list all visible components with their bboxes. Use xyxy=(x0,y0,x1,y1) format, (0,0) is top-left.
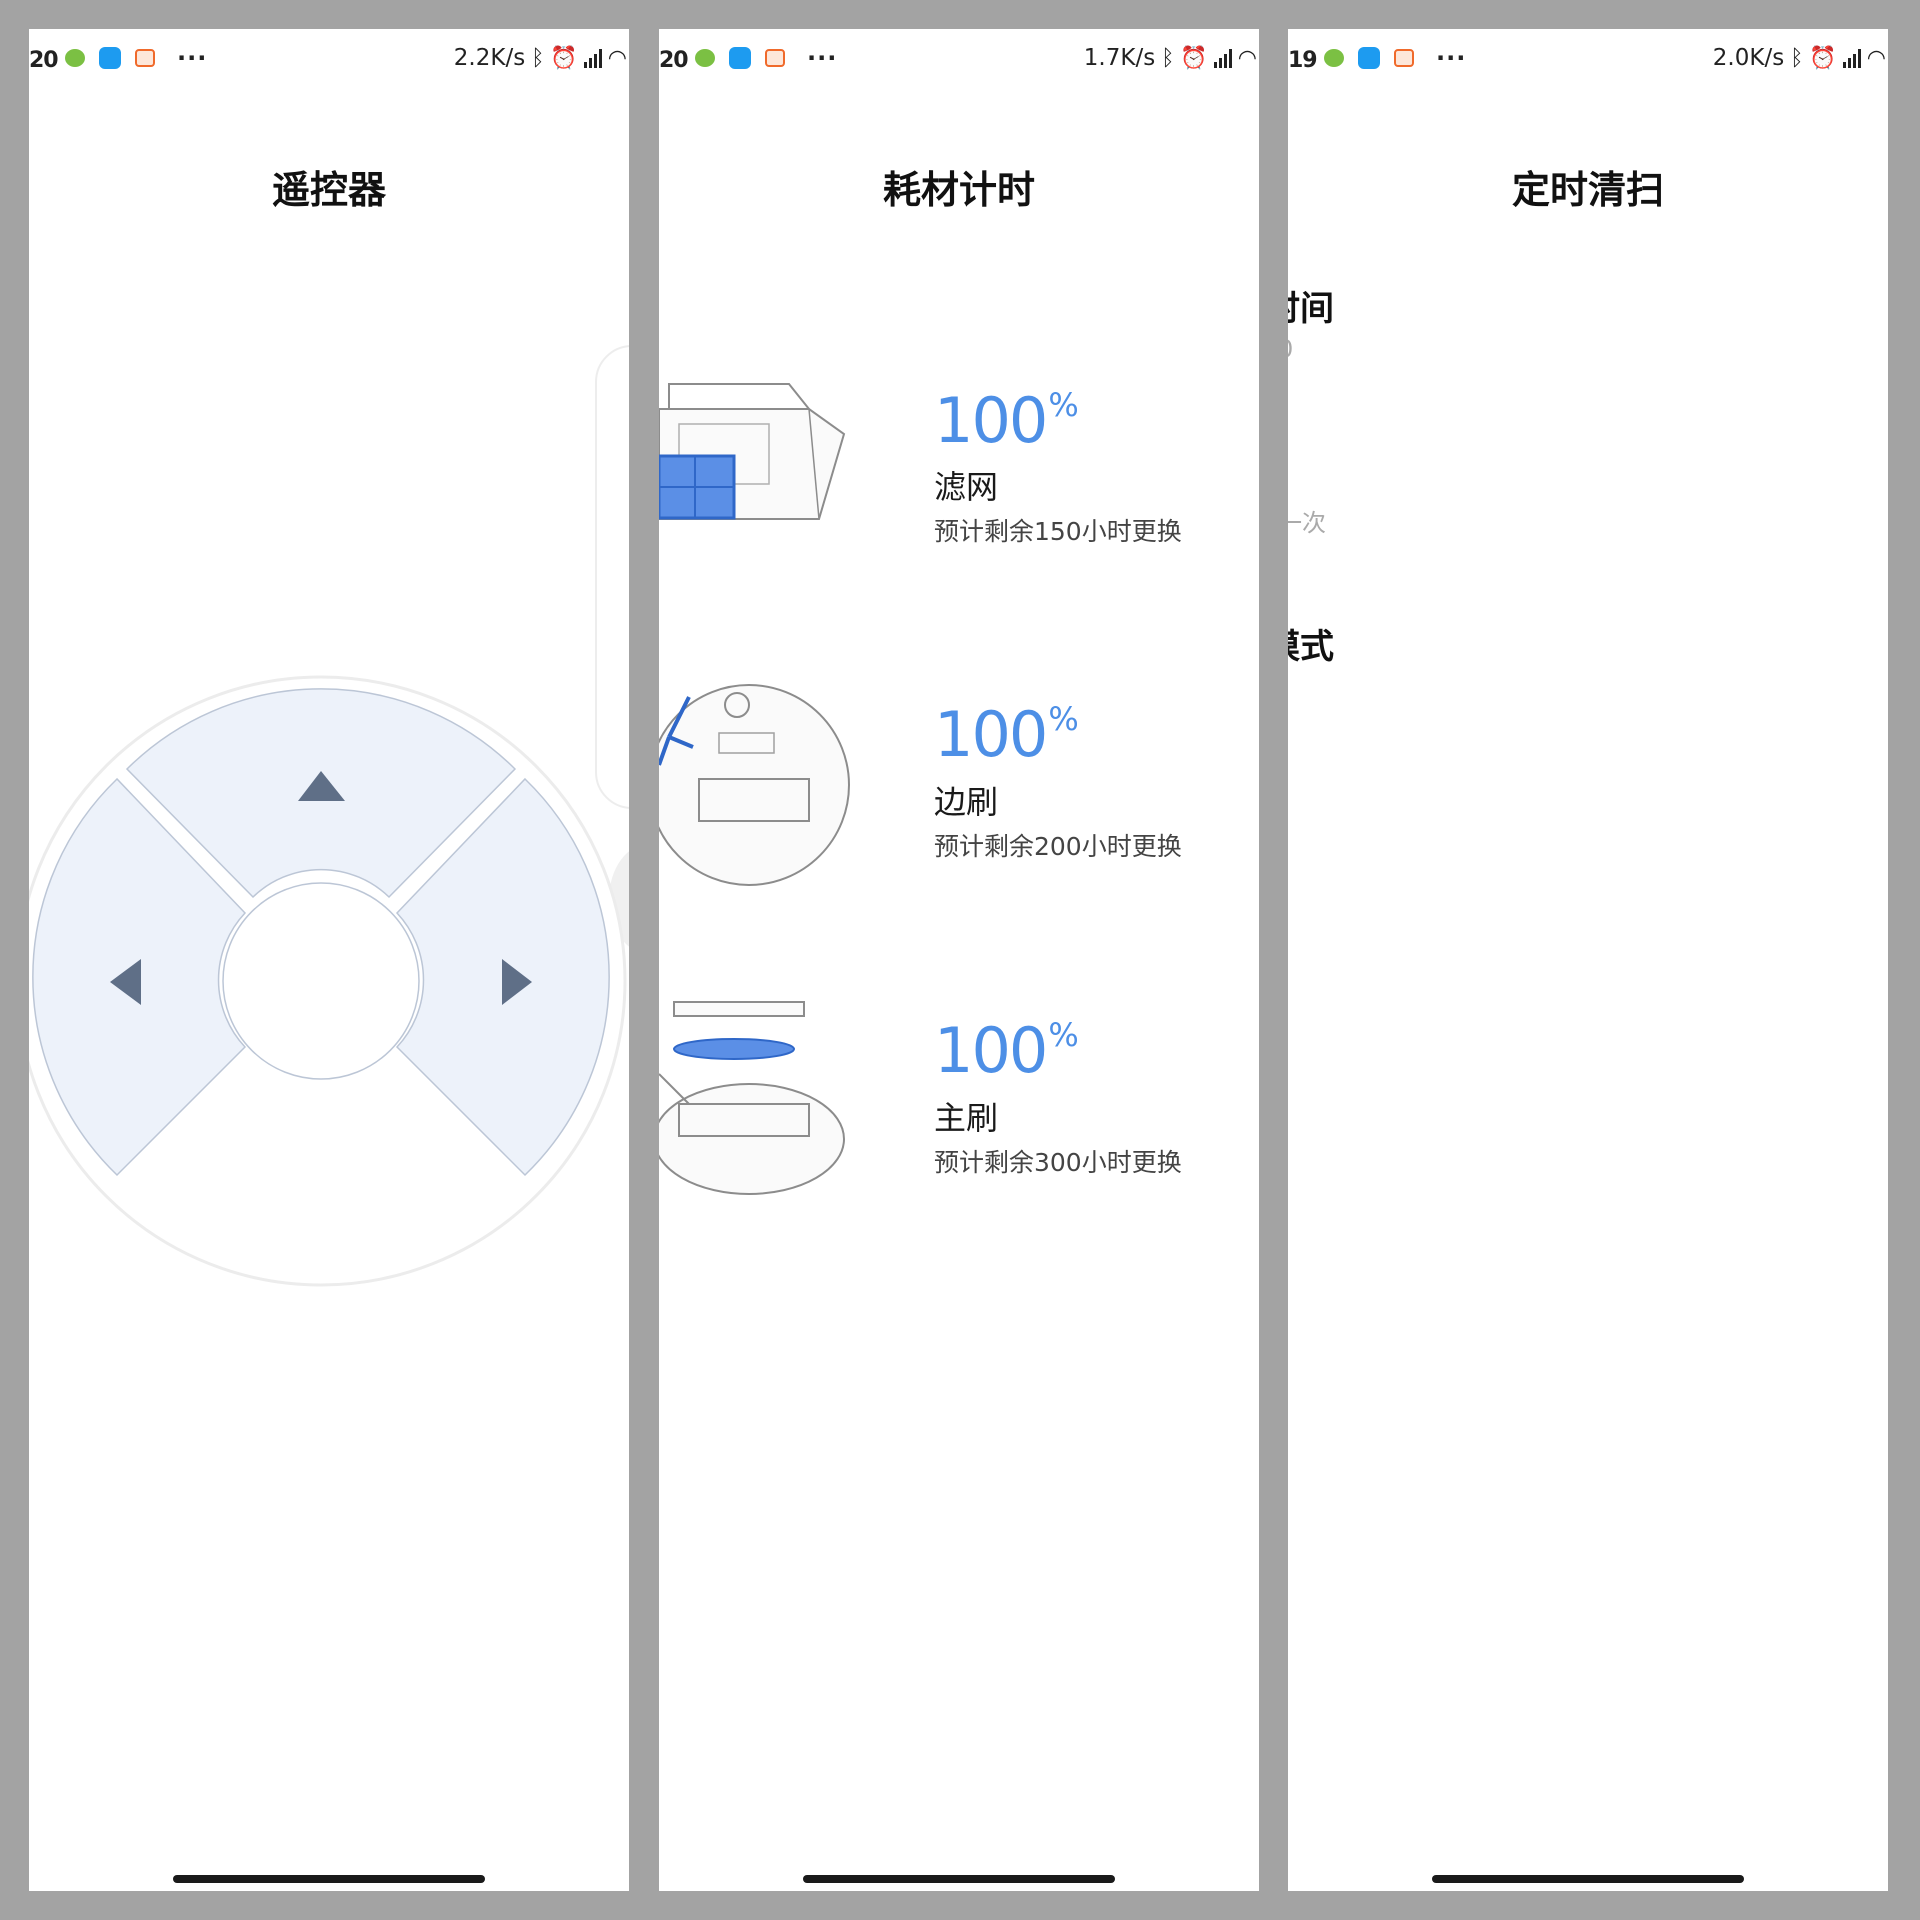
row-label: 模式 xyxy=(1288,627,1334,667)
signal-icon xyxy=(1842,48,1861,68)
row-value: 0 xyxy=(1288,335,1293,363)
network-speed: 2.2K/s xyxy=(453,45,526,71)
cloud-icon xyxy=(729,47,751,69)
main-brush-image xyxy=(659,1001,845,1195)
alarm-icon: ⏰ xyxy=(1809,45,1837,71)
signal-icon xyxy=(1213,48,1232,68)
center-button[interactable] xyxy=(222,882,420,1080)
consumables-screen: 20 ··· 1.7K/s ᛒ ⏰ ◠ 耗材计时 100% 滤网 预计剩余150… xyxy=(659,29,1259,1891)
bluetooth-icon: ᛒ xyxy=(1161,45,1175,71)
wifi-icon: ◠ xyxy=(607,45,627,71)
remaining-percent: 100 xyxy=(934,384,1048,457)
consumable-item-filter[interactable]: 100% 滤网 预计剩余150小时更换 xyxy=(659,364,1259,604)
scheduled-clean-screen: 19 ··· 2.0K/s ᛒ ⏰ ◠ 定时清扫 时间 0 一次 模式 xyxy=(1288,29,1888,1891)
home-indicator[interactable] xyxy=(1432,1875,1744,1883)
network-speed: 1.7K/s xyxy=(1083,45,1156,71)
consumable-desc: 预计剩余150小时更换 xyxy=(934,517,1182,546)
more-notifications-icon: ··· xyxy=(807,44,838,72)
remaining-percent: 100 xyxy=(934,698,1048,771)
consumable-desc: 预计剩余200小时更换 xyxy=(934,832,1182,861)
bluetooth-icon: ᛒ xyxy=(531,45,545,71)
consumable-item-main-brush[interactable]: 100% 主刷 预计剩余300小时更换 xyxy=(659,994,1259,1234)
filter-image xyxy=(659,383,846,520)
bluetooth-icon: ᛒ xyxy=(1790,45,1804,71)
app-notification-icon xyxy=(765,49,785,67)
home-indicator[interactable] xyxy=(173,1875,485,1883)
wechat-icon xyxy=(1324,49,1344,67)
signal-icon xyxy=(583,48,602,68)
home-indicator[interactable] xyxy=(803,1875,1115,1883)
consumable-name: 滤网 xyxy=(934,468,999,506)
remote-control-screen: 20 ··· 2.2K/s ᛒ ⏰ ◠ 遥控器 xyxy=(29,29,629,1891)
percent-sign: % xyxy=(1048,386,1078,424)
status-time: 20 xyxy=(29,48,59,73)
wifi-icon: ◠ xyxy=(1866,45,1886,71)
percent-sign: % xyxy=(1048,700,1078,738)
app-notification-icon xyxy=(135,49,155,67)
alarm-icon: ⏰ xyxy=(550,45,578,71)
page-title: 遥控器 xyxy=(271,168,386,212)
percent-sign: % xyxy=(1048,1016,1078,1054)
cloud-icon xyxy=(99,47,121,69)
page-title: 耗材计时 xyxy=(882,168,1035,212)
wechat-icon xyxy=(65,49,85,67)
more-notifications-icon: ··· xyxy=(1436,44,1467,72)
status-bar: 20 ··· 2.2K/s ᛒ ⏰ ◠ xyxy=(29,29,629,91)
wifi-icon: ◠ xyxy=(1237,45,1257,71)
page-title: 定时清扫 xyxy=(1511,168,1664,212)
consumable-name: 边刷 xyxy=(934,783,999,821)
network-speed: 2.0K/s xyxy=(1712,45,1785,71)
status-time: 20 xyxy=(659,48,689,73)
status-bar: 19 ··· 2.0K/s ᛒ ⏰ ◠ xyxy=(1288,29,1888,91)
app-notification-icon xyxy=(1394,49,1414,67)
consumable-desc: 预计剩余300小时更换 xyxy=(934,1148,1182,1177)
side-brush-image xyxy=(659,684,850,886)
wechat-icon xyxy=(695,49,715,67)
consumable-name: 主刷 xyxy=(934,1099,999,1137)
remaining-percent: 100 xyxy=(934,1014,1048,1087)
alarm-icon: ⏰ xyxy=(1180,45,1208,71)
row-label: 时间 xyxy=(1288,289,1334,329)
status-bar: 20 ··· 1.7K/s ᛒ ⏰ ◠ xyxy=(659,29,1259,91)
more-notifications-icon: ··· xyxy=(177,44,208,72)
cloud-icon xyxy=(1358,47,1380,69)
direction-pad xyxy=(29,675,627,1287)
consumable-item-side-brush[interactable]: 100% 边刷 预计剩余200小时更换 xyxy=(659,681,1259,921)
row-value: 一次 xyxy=(1288,509,1326,537)
status-time: 19 xyxy=(1288,48,1318,73)
